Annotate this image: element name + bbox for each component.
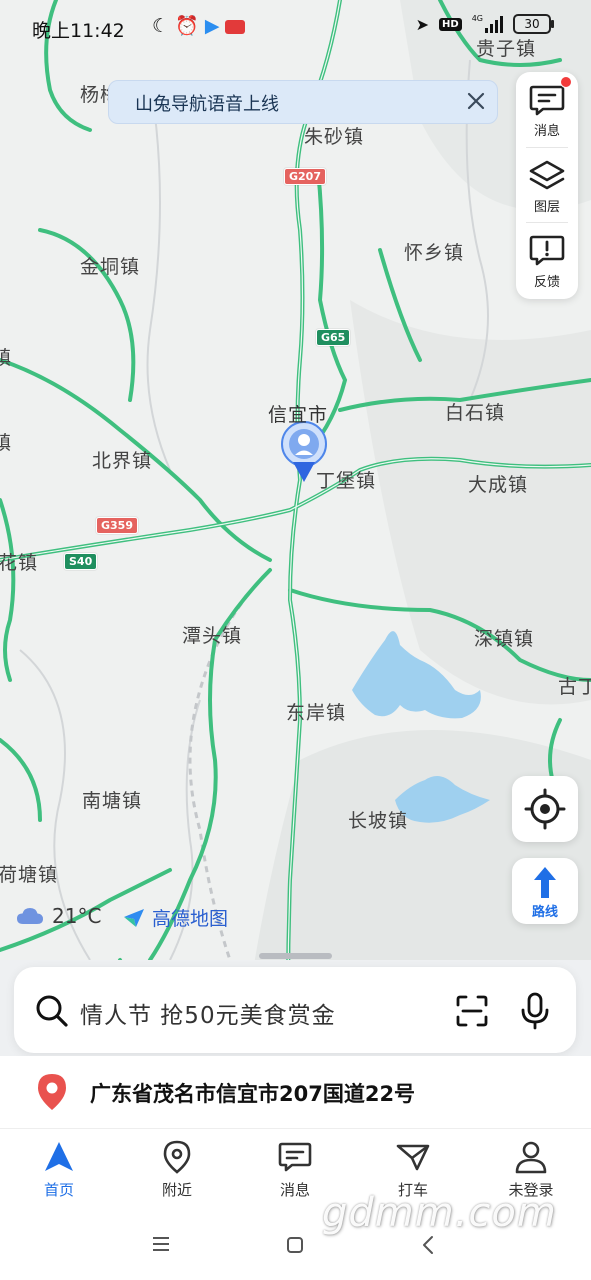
road-shield: G207 xyxy=(284,168,326,185)
unread-dot xyxy=(560,76,572,88)
navigation-arrow-icon xyxy=(45,1142,73,1171)
place-label: 南塘镇 xyxy=(82,790,143,812)
search-icon xyxy=(36,995,68,1027)
map-canvas xyxy=(0,0,591,1060)
map-pin-icon xyxy=(163,1140,191,1174)
place-label: 古丁 xyxy=(558,676,591,698)
sheet-drag-handle[interactable] xyxy=(259,953,332,959)
place-label: 怀乡镇 xyxy=(404,242,465,264)
place-label: 长坡镇 xyxy=(348,810,409,832)
amap-logo: 高德地图 xyxy=(122,904,228,931)
message-icon xyxy=(529,85,565,116)
location-arrow-icon: ➤ xyxy=(415,14,430,34)
locate-me-button[interactable] xyxy=(512,776,578,842)
messages-label: 消息 xyxy=(533,124,560,139)
road-shield: S40 xyxy=(64,553,98,570)
place-label: 北界镇 xyxy=(92,450,153,472)
nav-item-home[interactable]: 首页 xyxy=(14,1139,104,1200)
place-label: 信宜市 xyxy=(268,404,329,426)
route-button[interactable]: 路线 xyxy=(512,858,578,924)
status-time: 晚上11:42 xyxy=(32,20,125,42)
map-view[interactable]: 贵子镇 杨梅 朱砂镇 金垌镇 怀乡镇 信宜市 白石镇 北界镇 丁堡镇 大成镇 花… xyxy=(0,0,591,1060)
close-icon[interactable] xyxy=(463,88,489,114)
search-bar[interactable]: 情人节 抢50元美食赏金 xyxy=(14,967,576,1053)
feedback-label: 反馈 xyxy=(533,275,560,290)
place-label: 深镇镇 xyxy=(474,628,535,650)
status-right-icons: ➤ HD 4G 30 xyxy=(415,14,554,34)
place-label: 白石镇 xyxy=(445,402,506,424)
user-icon xyxy=(515,1141,547,1174)
current-address[interactable]: 广东省茂名市信宜市207国道22号 xyxy=(0,1056,591,1128)
taxi-flag-icon xyxy=(396,1144,430,1171)
messages-button[interactable]: 消息 xyxy=(516,72,578,142)
app-notification-icon xyxy=(225,19,246,34)
feedback-button[interactable]: 反馈 xyxy=(516,223,578,293)
route-label: 路线 xyxy=(531,905,558,920)
home-square-icon[interactable] xyxy=(284,1234,306,1256)
place-label: 朱砂镇 xyxy=(304,126,365,148)
announcement-banner[interactable]: 山兔导航语音上线 xyxy=(108,80,498,124)
road-shield: G65 xyxy=(316,329,351,346)
nav-label: 首页 xyxy=(43,1181,74,1199)
place-label: 荷塘镇 xyxy=(0,864,59,886)
layers-button[interactable]: 图层 xyxy=(516,148,578,218)
route-arrow-icon xyxy=(534,867,556,898)
menu-icon[interactable] xyxy=(150,1234,172,1254)
map-tools-panel: 消息 图层 反馈 xyxy=(516,72,578,299)
nav-label: 附近 xyxy=(161,1181,192,1199)
signal-icon: 4G xyxy=(472,15,503,33)
place-label: 东岸镇 xyxy=(286,702,347,724)
road-shield: G359 xyxy=(96,517,138,534)
scan-icon[interactable] xyxy=(454,993,490,1029)
battery-icon: 30 xyxy=(513,14,554,34)
moon-icon: ☾ xyxy=(152,15,170,37)
search-placeholder: 情人节 抢50元美食赏金 xyxy=(80,1003,336,1029)
message-icon xyxy=(278,1142,312,1172)
microphone-icon[interactable] xyxy=(518,991,552,1031)
layers-label: 图层 xyxy=(533,200,560,215)
back-icon[interactable] xyxy=(418,1234,438,1256)
feedback-icon xyxy=(529,235,565,266)
place-label: 丁堡镇 xyxy=(316,470,377,492)
network-type: 4G xyxy=(471,14,483,23)
temperature: 21°C xyxy=(52,904,102,928)
brand-name: 高德地图 xyxy=(152,908,229,930)
cloud-icon xyxy=(17,908,43,924)
place-label: 花镇 xyxy=(0,552,39,574)
amap-logo-icon xyxy=(124,908,144,927)
weather-widget[interactable]: 21°C xyxy=(16,904,101,928)
address-text: 广东省茂名市信宜市207国道22号 xyxy=(90,1082,416,1106)
place-label: 大成镇 xyxy=(468,474,529,496)
hd-icon: HD xyxy=(439,17,462,31)
play-store-icon: ▶ xyxy=(204,15,220,37)
nav-item-nearby[interactable]: 附近 xyxy=(132,1139,222,1200)
banner-text: 山兔导航语音上线 xyxy=(135,94,279,115)
crosshair-icon xyxy=(524,788,566,830)
alarm-icon: ⏰ xyxy=(175,15,199,37)
status-left-icons: ☾ ⏰ ▶ xyxy=(152,14,246,37)
place-label: 镇 xyxy=(0,347,13,369)
place-label: 镇 xyxy=(0,432,13,454)
status-bar: 晚上11:42 ☾ ⏰ ▶ ➤ HD 4G 30 xyxy=(0,0,591,56)
location-pin-icon xyxy=(38,1074,66,1110)
layers-icon xyxy=(529,160,565,190)
place-label: 潭头镇 xyxy=(182,625,243,647)
place-label: 金垌镇 xyxy=(80,256,141,278)
watermark: gdmm.com xyxy=(322,1190,557,1236)
